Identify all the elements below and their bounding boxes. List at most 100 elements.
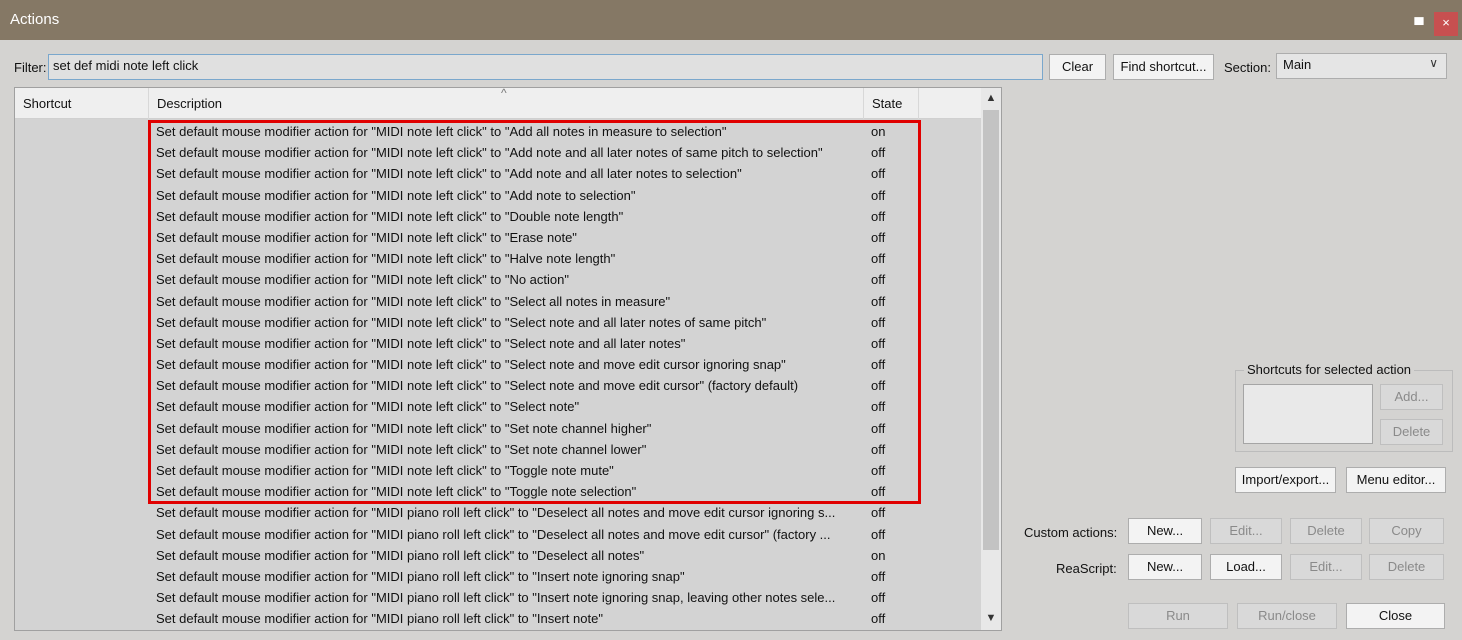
- row-description: Set default mouse modifier action for "M…: [156, 399, 580, 415]
- table-row[interactable]: Set default mouse modifier action for "M…: [15, 291, 981, 312]
- row-description: Set default mouse modifier action for "M…: [156, 145, 823, 161]
- table-row[interactable]: Set default mouse modifier action for "M…: [15, 206, 981, 227]
- row-description: Set default mouse modifier action for "M…: [156, 441, 647, 457]
- column-header-shortcut[interactable]: Shortcut: [15, 88, 149, 119]
- clear-button[interactable]: Clear: [1049, 54, 1106, 80]
- row-description: Set default mouse modifier action for "M…: [156, 335, 686, 351]
- row-description: Set default mouse modifier action for "M…: [156, 314, 767, 330]
- row-description: Set default mouse modifier action for "M…: [156, 187, 636, 203]
- row-state: off: [871, 568, 886, 584]
- table-row[interactable]: Set default mouse modifier action for "M…: [15, 608, 981, 629]
- row-description: Set default mouse modifier action for "M…: [156, 420, 652, 436]
- table-row[interactable]: Set default mouse modifier action for "M…: [15, 185, 981, 206]
- table-row[interactable]: Set default mouse modifier action for "M…: [15, 163, 981, 184]
- scroll-down-icon[interactable]: ▼: [981, 608, 1001, 628]
- row-state: off: [871, 611, 886, 627]
- find-shortcut-button[interactable]: Find shortcut...: [1113, 54, 1214, 80]
- table-row[interactable]: Set default mouse modifier action for "M…: [15, 481, 981, 502]
- vertical-scrollbar[interactable]: ▲ ▼: [981, 88, 1001, 630]
- table-row[interactable]: Set default mouse modifier action for "M…: [15, 142, 981, 163]
- table-row[interactable]: Set default mouse modifier action for "M…: [15, 121, 981, 142]
- table-row[interactable]: Set default mouse modifier action for "M…: [15, 439, 981, 460]
- row-description: Set default mouse modifier action for "M…: [156, 272, 569, 288]
- close-button[interactable]: Close: [1346, 603, 1445, 629]
- shortcuts-group-title: Shortcuts for selected action: [1244, 362, 1415, 377]
- row-state: off: [871, 272, 886, 288]
- table-row[interactable]: Set default mouse modifier action for "M…: [15, 396, 981, 417]
- row-state: off: [871, 357, 886, 373]
- add-shortcut-button[interactable]: Add...: [1380, 384, 1443, 410]
- row-description: Set default mouse modifier action for "M…: [156, 547, 645, 563]
- row-state: off: [871, 420, 886, 436]
- run-button[interactable]: Run: [1128, 603, 1228, 629]
- delete-shortcut-button[interactable]: Delete: [1380, 419, 1443, 445]
- row-state: off: [871, 590, 886, 606]
- table-row[interactable]: Set default mouse modifier action for "M…: [15, 524, 981, 545]
- row-state: on: [871, 124, 886, 139]
- table-row[interactable]: Set default mouse modifier action for "M…: [15, 502, 981, 523]
- row-description: Set default mouse modifier action for "M…: [156, 568, 685, 584]
- row-description: Set default mouse modifier action for "M…: [156, 251, 616, 267]
- list-rows: Set default mouse modifier action for "M…: [15, 121, 981, 630]
- table-row[interactable]: Set default mouse modifier action for "M…: [15, 333, 981, 354]
- close-window-button[interactable]: ×: [1434, 12, 1458, 36]
- row-description: Set default mouse modifier action for "M…: [156, 229, 577, 245]
- column-header-state[interactable]: State: [864, 88, 919, 119]
- row-state: off: [871, 314, 886, 330]
- table-row[interactable]: Set default mouse modifier action for "M…: [15, 460, 981, 481]
- row-state: off: [871, 335, 886, 351]
- row-description: Set default mouse modifier action for "M…: [156, 166, 742, 182]
- row-state: off: [871, 229, 886, 245]
- row-state: off: [871, 208, 886, 224]
- shortcuts-list[interactable]: [1243, 384, 1373, 444]
- table-row[interactable]: Set default mouse modifier action for "M…: [15, 418, 981, 439]
- row-state: off: [871, 484, 886, 500]
- row-state: off: [871, 463, 886, 478]
- table-row[interactable]: Set default mouse modifier action for "M…: [15, 227, 981, 248]
- filter-label: Filter:: [14, 60, 47, 75]
- row-description: Set default mouse modifier action for "M…: [156, 611, 603, 627]
- table-row[interactable]: Set default mouse modifier action for "M…: [15, 587, 981, 608]
- table-row[interactable]: Set default mouse modifier action for "M…: [15, 375, 981, 396]
- row-description: Set default mouse modifier action for "M…: [156, 484, 637, 500]
- custom-edit-button[interactable]: Edit...: [1210, 518, 1282, 544]
- row-description: Set default mouse modifier action for "M…: [156, 378, 799, 394]
- action-list[interactable]: Shortcut Description ^ State Set default…: [14, 87, 1002, 631]
- table-row[interactable]: Set default mouse modifier action for "M…: [15, 545, 981, 566]
- row-state: off: [871, 166, 886, 182]
- row-description: Set default mouse modifier action for "M…: [156, 208, 624, 224]
- row-description: Set default mouse modifier action for "M…: [156, 293, 671, 309]
- section-select[interactable]: Main ∨: [1276, 53, 1447, 79]
- table-row[interactable]: Set default mouse modifier action for "M…: [15, 248, 981, 269]
- reascript-delete-button[interactable]: Delete: [1369, 554, 1444, 580]
- table-row[interactable]: Set default mouse modifier action for "M…: [15, 269, 981, 290]
- section-label: Section:: [1224, 60, 1271, 75]
- custom-new-button[interactable]: New...: [1128, 518, 1202, 544]
- custom-copy-button[interactable]: Copy: [1369, 518, 1444, 544]
- row-description: Set default mouse modifier action for "M…: [156, 505, 836, 521]
- reascript-new-button[interactable]: New...: [1128, 554, 1202, 580]
- run-close-button[interactable]: Run/close: [1237, 603, 1337, 629]
- row-state: off: [871, 187, 886, 203]
- pin-icon[interactable]: ▀: [1406, 12, 1432, 38]
- table-row[interactable]: Set default mouse modifier action for "M…: [15, 312, 981, 333]
- title-bar: Actions ▀ ×: [0, 0, 1462, 40]
- scrollbar-thumb[interactable]: [983, 110, 999, 550]
- row-description: Set default mouse modifier action for "M…: [156, 463, 614, 478]
- section-value: Main: [1283, 57, 1312, 72]
- custom-delete-button[interactable]: Delete: [1290, 518, 1362, 544]
- row-description: Set default mouse modifier action for "M…: [156, 357, 786, 373]
- row-state: off: [871, 378, 886, 394]
- reascript-load-button[interactable]: Load...: [1210, 554, 1282, 580]
- scroll-up-icon[interactable]: ▲: [981, 88, 1001, 108]
- table-row[interactable]: Set default mouse modifier action for "M…: [15, 566, 981, 587]
- table-row[interactable]: Set default mouse modifier action for "M…: [15, 354, 981, 375]
- row-description: Set default mouse modifier action for "M…: [156, 124, 727, 139]
- window-title: Actions: [10, 11, 60, 28]
- row-state: on: [871, 547, 886, 563]
- row-state: off: [871, 526, 886, 542]
- filter-input[interactable]: set def midi note left click: [48, 54, 1043, 80]
- reascript-edit-button[interactable]: Edit...: [1290, 554, 1362, 580]
- import-export-button[interactable]: Import/export...: [1235, 467, 1336, 493]
- menu-editor-button[interactable]: Menu editor...: [1346, 467, 1446, 493]
